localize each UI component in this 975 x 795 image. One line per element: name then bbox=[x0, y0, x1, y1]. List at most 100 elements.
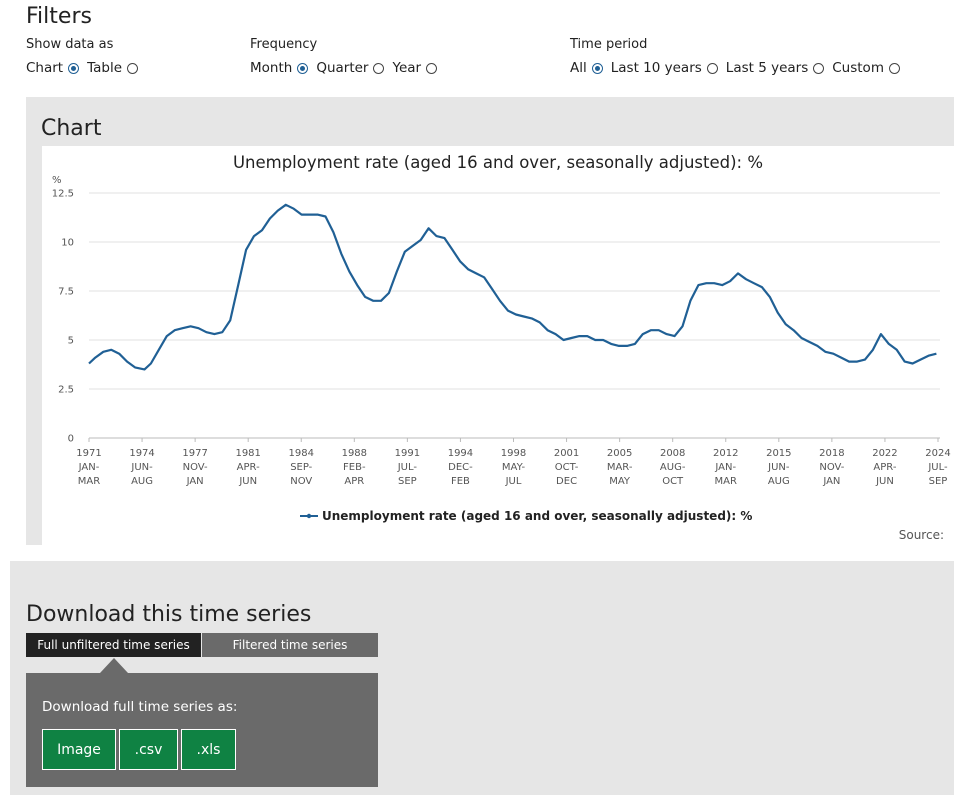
radio-last-10-years[interactable] bbox=[706, 62, 718, 74]
x-tick-label: DEC bbox=[556, 476, 577, 487]
radio-last-5-years[interactable] bbox=[813, 62, 825, 74]
x-tick-label: 1988 bbox=[342, 448, 367, 459]
x-tick-label: 1998 bbox=[501, 448, 526, 459]
time-period-options: All Last 10 years Last 5 years Custom bbox=[570, 60, 908, 76]
download-csv-button[interactable]: .csv bbox=[119, 729, 178, 770]
x-tick-label: 1994 bbox=[448, 448, 473, 459]
y-tick-label: 0 bbox=[68, 434, 74, 445]
filters-title: Filters bbox=[26, 4, 92, 29]
tab-full-unfiltered[interactable]: Full unfiltered time series bbox=[26, 633, 201, 657]
x-tick-label: JAN- bbox=[714, 462, 736, 473]
series-line bbox=[88, 203, 937, 371]
option-last-10-years[interactable]: Last 10 years bbox=[611, 60, 718, 76]
option-chart[interactable]: Chart bbox=[26, 60, 80, 76]
download-prompt: Download full time series as: bbox=[42, 699, 238, 715]
legend: Unemployment rate (aged 16 and over, sea… bbox=[300, 509, 752, 523]
y-tick-label: 2.5 bbox=[58, 385, 74, 396]
x-tick-label: JUN bbox=[238, 476, 257, 487]
frequency-options: Month Quarter Year bbox=[250, 60, 445, 76]
x-tick-label: JUN bbox=[875, 476, 894, 487]
y-tick-label: 10 bbox=[61, 238, 74, 249]
x-tick-label: JUN- bbox=[130, 462, 153, 473]
tab-pointer bbox=[100, 658, 128, 673]
x-tick-label: MAY bbox=[609, 476, 631, 487]
x-tick-label: APR bbox=[344, 476, 364, 487]
x-tick-label: SEP- bbox=[290, 462, 312, 473]
option-custom[interactable]: Custom bbox=[832, 60, 900, 76]
download-image-button[interactable]: Image bbox=[42, 729, 116, 770]
option-table-label: Table bbox=[87, 60, 123, 76]
x-tick-label: MAR bbox=[715, 476, 737, 487]
option-last-5-years-label: Last 5 years bbox=[725, 60, 809, 76]
x-tick-label: AUG- bbox=[660, 462, 686, 473]
x-tick-label: NOV- bbox=[819, 462, 844, 473]
chart-source: Source: bbox=[898, 528, 944, 542]
radio-month[interactable] bbox=[297, 62, 309, 74]
option-month-label: Month bbox=[250, 60, 293, 76]
x-tick-label: SEP bbox=[398, 476, 417, 487]
option-year[interactable]: Year bbox=[392, 60, 438, 76]
x-tick-label: 1971 bbox=[76, 448, 101, 459]
x-tick-label: DEC- bbox=[448, 462, 473, 473]
option-table[interactable]: Table bbox=[87, 60, 139, 76]
x-tick-label: 2001 bbox=[554, 448, 579, 459]
radio-quarter[interactable] bbox=[373, 62, 385, 74]
tab-filtered[interactable]: Filtered time series bbox=[202, 633, 378, 657]
option-custom-label: Custom bbox=[832, 60, 884, 76]
option-all[interactable]: All bbox=[570, 60, 603, 76]
legend-dot-marker bbox=[306, 513, 312, 519]
x-tick-label: JUN- bbox=[767, 462, 790, 473]
option-quarter[interactable]: Quarter bbox=[316, 60, 385, 76]
x-tick-label: NOV- bbox=[183, 462, 208, 473]
x-tick-label: AUG bbox=[131, 476, 153, 487]
x-tick-label: JUL- bbox=[397, 462, 418, 473]
x-tick-label: FEB- bbox=[343, 462, 366, 473]
x-tick-label: JUL- bbox=[927, 462, 948, 473]
x-tick-label: 1991 bbox=[395, 448, 420, 459]
download-xls-button[interactable]: .xls bbox=[181, 729, 236, 770]
legend-label: Unemployment rate (aged 16 and over, sea… bbox=[322, 509, 752, 523]
x-tick-label: 2012 bbox=[713, 448, 738, 459]
y-axis-unit: % bbox=[52, 175, 62, 186]
radio-all[interactable] bbox=[591, 62, 603, 74]
x-tick-label: JAN bbox=[822, 476, 840, 487]
radio-chart[interactable] bbox=[68, 62, 80, 74]
x-tick-label: 2022 bbox=[872, 448, 897, 459]
x-tick-label: APR- bbox=[873, 462, 896, 473]
line-chart: Unemployment rate (aged 16 and over, sea… bbox=[52, 153, 951, 523]
show-data-label: Show data as bbox=[26, 37, 114, 52]
x-tick-label: FEB bbox=[451, 476, 470, 487]
chart-title: Unemployment rate (aged 16 and over, sea… bbox=[233, 153, 763, 172]
frequency-label: Frequency bbox=[250, 37, 318, 52]
x-tick-label: 2005 bbox=[607, 448, 632, 459]
x-tick-label: MAY- bbox=[502, 462, 526, 473]
x-tick-label: 1977 bbox=[182, 448, 207, 459]
x-tick-label: 2015 bbox=[766, 448, 791, 459]
y-tick-label: 5 bbox=[68, 336, 74, 347]
x-tick-label: OCT bbox=[662, 476, 684, 487]
radio-custom[interactable] bbox=[888, 62, 900, 74]
option-all-label: All bbox=[570, 60, 587, 76]
y-tick-label: 12.5 bbox=[52, 189, 74, 200]
x-tick-label: MAR- bbox=[607, 462, 633, 473]
chart-area: Unemployment rate (aged 16 and over, sea… bbox=[42, 146, 954, 545]
option-chart-label: Chart bbox=[26, 60, 64, 76]
x-tick-label: 2018 bbox=[819, 448, 844, 459]
x-tick-label: 1984 bbox=[289, 448, 314, 459]
show-data-options: Chart Table bbox=[26, 60, 146, 76]
x-tick-label: JAN- bbox=[78, 462, 100, 473]
option-last-10-years-label: Last 10 years bbox=[610, 60, 702, 76]
x-tick-label: OCT- bbox=[555, 462, 579, 473]
x-tick-label: JUL bbox=[505, 476, 522, 487]
x-tick-label: AUG bbox=[768, 476, 790, 487]
option-month[interactable]: Month bbox=[250, 60, 309, 76]
x-tick-label: APR- bbox=[237, 462, 260, 473]
option-year-label: Year bbox=[392, 60, 422, 76]
x-tick-label: NOV bbox=[290, 476, 312, 487]
radio-year[interactable] bbox=[426, 62, 438, 74]
x-tick-label: 2008 bbox=[660, 448, 685, 459]
x-tick-label: MAR bbox=[78, 476, 100, 487]
radio-table[interactable] bbox=[127, 62, 139, 74]
option-quarter-label: Quarter bbox=[316, 60, 369, 76]
option-last-5-years[interactable]: Last 5 years bbox=[725, 60, 825, 76]
